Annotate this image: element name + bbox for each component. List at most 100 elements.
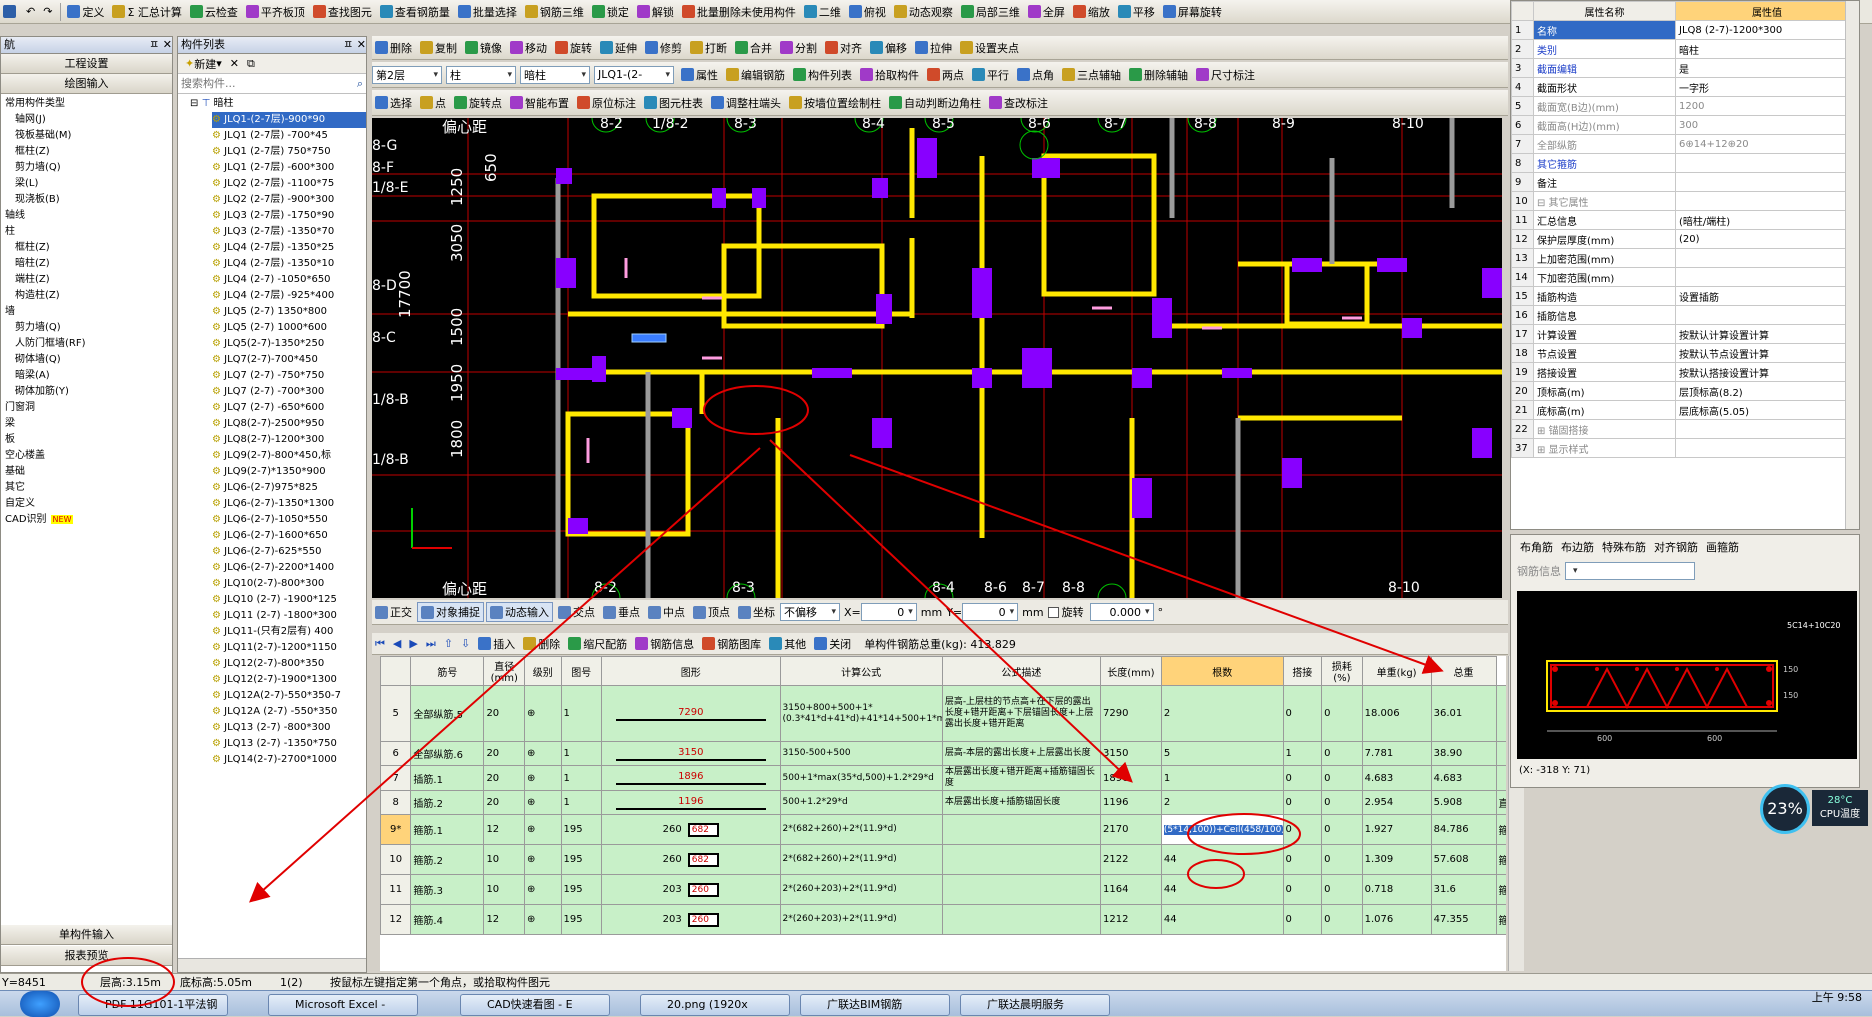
component-item[interactable]: ⚙ JLQ6-(2-7)975*825 (212, 480, 366, 496)
component-item[interactable]: ⚙ JLQ7 (2-7) -650*600 (212, 400, 366, 416)
property-value[interactable] (1675, 248, 1859, 268)
rebar-row[interactable]: 8 插筋.2 20 ⊕ 1 1196 500+1.2*29*d 本层露出长度+插筋锚固长度 11… (380, 790, 1506, 815)
rebar-col-header[interactable]: 计算公式 (779, 656, 943, 686)
property-value[interactable]: 按默认计算设置计算 (1675, 324, 1859, 344)
edit-tool-5[interactable]: 延伸 (597, 38, 640, 58)
component-item[interactable]: ⚙ JLQ7(2-7)-700*450 (212, 352, 366, 368)
rebar-ext1[interactable] (1495, 685, 1506, 742)
component-item[interactable]: ⚙ JLQ6-(2-7)-1050*550 (212, 512, 366, 528)
rebar-unit[interactable]: 4.683 (1361, 765, 1432, 791)
section-preview[interactable]: 600 600 150 150 5C14+10C20 (1517, 591, 1857, 759)
rebar-grade[interactable]: ⊕ (524, 685, 562, 742)
property-row[interactable]: 18 节点设置 按默认节点设置计算 (1511, 343, 1859, 363)
rebar-tool-6[interactable]: 关闭 (811, 634, 854, 654)
comp-tool-7[interactable]: 三点辅轴 (1059, 65, 1124, 85)
component-item[interactable]: ⚙ JLQ5 (2-7) 1000*600 (212, 320, 366, 336)
property-row[interactable]: 12 保护层厚度(mm) (20) (1511, 229, 1859, 249)
drawing-svg[interactable] (372, 118, 1502, 598)
component-item[interactable]: ⚙ JLQ6-(2-7)-625*550 (212, 544, 366, 560)
rebar-formula[interactable]: 2*(260+203)+2*(11.9*d) (779, 874, 943, 905)
rebar-total[interactable]: 47.355 (1430, 904, 1497, 935)
rebar-lap[interactable]: 0 (1282, 874, 1323, 905)
nav-item[interactable]: 砌体墙(Q) (3, 352, 172, 368)
rebar-fig[interactable]: 1 (560, 741, 603, 766)
rotate-checkbox[interactable] (1047, 606, 1059, 618)
rotate-input[interactable]: 0.000 (1089, 603, 1154, 621)
edit-tool-10[interactable]: 对齐 (822, 38, 865, 58)
rebar-formula[interactable]: 2*(260+203)+2*(11.9*d) (779, 904, 943, 935)
rebar-lap[interactable]: 0 (1282, 844, 1323, 875)
component-item[interactable]: ⚙ JLQ7 (2-7) -700*300 (212, 384, 366, 400)
component-item[interactable]: ⚙ JLQ4 (2-7) -1050*650 (212, 272, 366, 288)
comp-tool-1[interactable]: 编辑钢筋 (723, 65, 788, 85)
rebar-name[interactable]: 全部纵筋.6 (410, 741, 485, 766)
down-icon[interactable]: ⇩ (458, 634, 473, 654)
type-select[interactable]: 暗柱 (520, 65, 590, 84)
rebar-count[interactable]: (5*14,100))+Ceil(458/100)+1 (1160, 814, 1284, 845)
draw-tool-1[interactable]: 点 (417, 93, 449, 113)
rebar-row[interactable]: 11 箍筋.3 10 ⊕ 195 203 260 2*(260+203)+2*(11.9*d)… (380, 874, 1506, 905)
rebar-count[interactable]: 1 (1160, 765, 1284, 791)
component-item[interactable]: ⚙ JLQ8(2-7)-1200*300 (212, 432, 366, 448)
rebar-col-header[interactable]: 级别 (524, 656, 562, 686)
rebar-fig[interactable]: 1 (560, 765, 603, 791)
edit-tool-7[interactable]: 打断 (687, 38, 730, 58)
rebar-col-header[interactable]: 图形 (601, 656, 781, 686)
rebar-lap[interactable]: 1 (1282, 741, 1323, 766)
property-row[interactable]: 4 截面形状 一字形 (1511, 77, 1859, 97)
tool-2[interactable]: 云检查 (187, 2, 241, 22)
offset-mode-select[interactable]: 不偏移 (780, 603, 840, 621)
collapse-icon[interactable]: ⊟ (190, 98, 198, 109)
property-row[interactable]: 11 汇总信息 (暗柱/端柱) (1511, 210, 1859, 230)
rebar-shape[interactable]: 3150 (601, 741, 781, 766)
property-value[interactable] (1675, 305, 1859, 325)
edit-tool-8[interactable]: 合并 (732, 38, 775, 58)
rebar-grade[interactable]: ⊕ (524, 790, 562, 815)
tool-5[interactable]: 查看钢筋量 (377, 2, 453, 22)
draw-tool-8[interactable]: 自动判断边角柱 (886, 93, 984, 113)
rebar-shape[interactable]: 203 260 (601, 874, 781, 905)
draw-tool-5[interactable]: 图元柱表 (641, 93, 706, 113)
rebar-panel-tab[interactable]: 布角筋 (1517, 537, 1556, 557)
rebar-lap[interactable]: 0 (1282, 790, 1323, 815)
property-value[interactable]: 1200 (1675, 96, 1859, 116)
rebar-col-header[interactable]: 搭接 (1282, 656, 1323, 686)
comp-tool-6[interactable]: 点角 (1014, 65, 1057, 85)
rebar-ext1[interactable]: 箍筋 (1495, 844, 1506, 875)
rebar-loss[interactable]: 0 (1321, 790, 1363, 815)
rebar-loss[interactable]: 0 (1321, 874, 1363, 905)
component-item[interactable]: ⚙ JLQ6-(2-7)-2200*1400 (212, 560, 366, 576)
rebar-length[interactable]: 2170 (1100, 814, 1162, 845)
nav-item[interactable]: CAD识别 NEW (3, 512, 172, 528)
rebar-dia[interactable]: 12 (483, 904, 525, 935)
rebar-col-header[interactable]: 总重 (1430, 656, 1497, 686)
rebar-description[interactable]: 本层露出长度+错开距离+插筋锚固长度 (941, 765, 1102, 791)
rebar-description[interactable]: 层高-上层柱的节点高+在下层的露出长度+错开距离+下层锚固长度+上层露出长度+错… (941, 685, 1102, 742)
rebar-row[interactable]: 10 箍筋.2 10 ⊕ 195 260 682 2*(682+260)+2*(11.9*d)… (380, 844, 1506, 875)
rebar-name[interactable]: 箍筋.3 (410, 874, 485, 905)
comp-tool-5[interactable]: 平行 (969, 65, 1012, 85)
edit-tool-2[interactable]: 镜像 (462, 38, 505, 58)
tool-3[interactable]: 平齐板顶 (243, 2, 308, 22)
property-row[interactable]: 9 备注 (1511, 172, 1859, 192)
component-item[interactable]: ⚙ JLQ4 (2-7层) -1350*10 (212, 256, 366, 272)
rebar-dia[interactable]: 10 (483, 844, 525, 875)
rebar-tool-3[interactable]: 钢筋信息 (632, 634, 697, 654)
rebar-formula[interactable]: 2*(682+260)+2*(11.9*d) (779, 844, 943, 875)
component-item[interactable]: ⚙ JLQ4 (2-7层) -1350*25 (212, 240, 366, 256)
property-value[interactable]: 按默认搭接设置计算 (1675, 362, 1859, 382)
component-select[interactable]: JLQ1-(2- (594, 65, 674, 84)
rebar-count[interactable]: 44 (1160, 904, 1284, 935)
snap-toggle-2[interactable]: 动态输入 (486, 602, 553, 622)
rebar-description[interactable] (941, 814, 1102, 845)
rebar-col-header[interactable]: 根数 (1160, 656, 1284, 686)
rebar-tool-4[interactable]: 钢筋图库 (699, 634, 764, 654)
nav-item[interactable]: 自定义 (3, 496, 172, 512)
rebar-col-header[interactable]: 筋号 (410, 656, 485, 686)
taskbar-item[interactable]: 20.png (1920x (640, 994, 790, 1016)
rebar-loss[interactable]: 0 (1321, 844, 1363, 875)
rebar-name[interactable]: 箍筋.1 (410, 814, 485, 845)
y-input[interactable]: 0 (962, 603, 1019, 621)
rebar-formula[interactable]: 500+1*max(35*d,500)+1.2*29*d (779, 765, 943, 791)
category-select[interactable]: 柱 (446, 65, 516, 84)
